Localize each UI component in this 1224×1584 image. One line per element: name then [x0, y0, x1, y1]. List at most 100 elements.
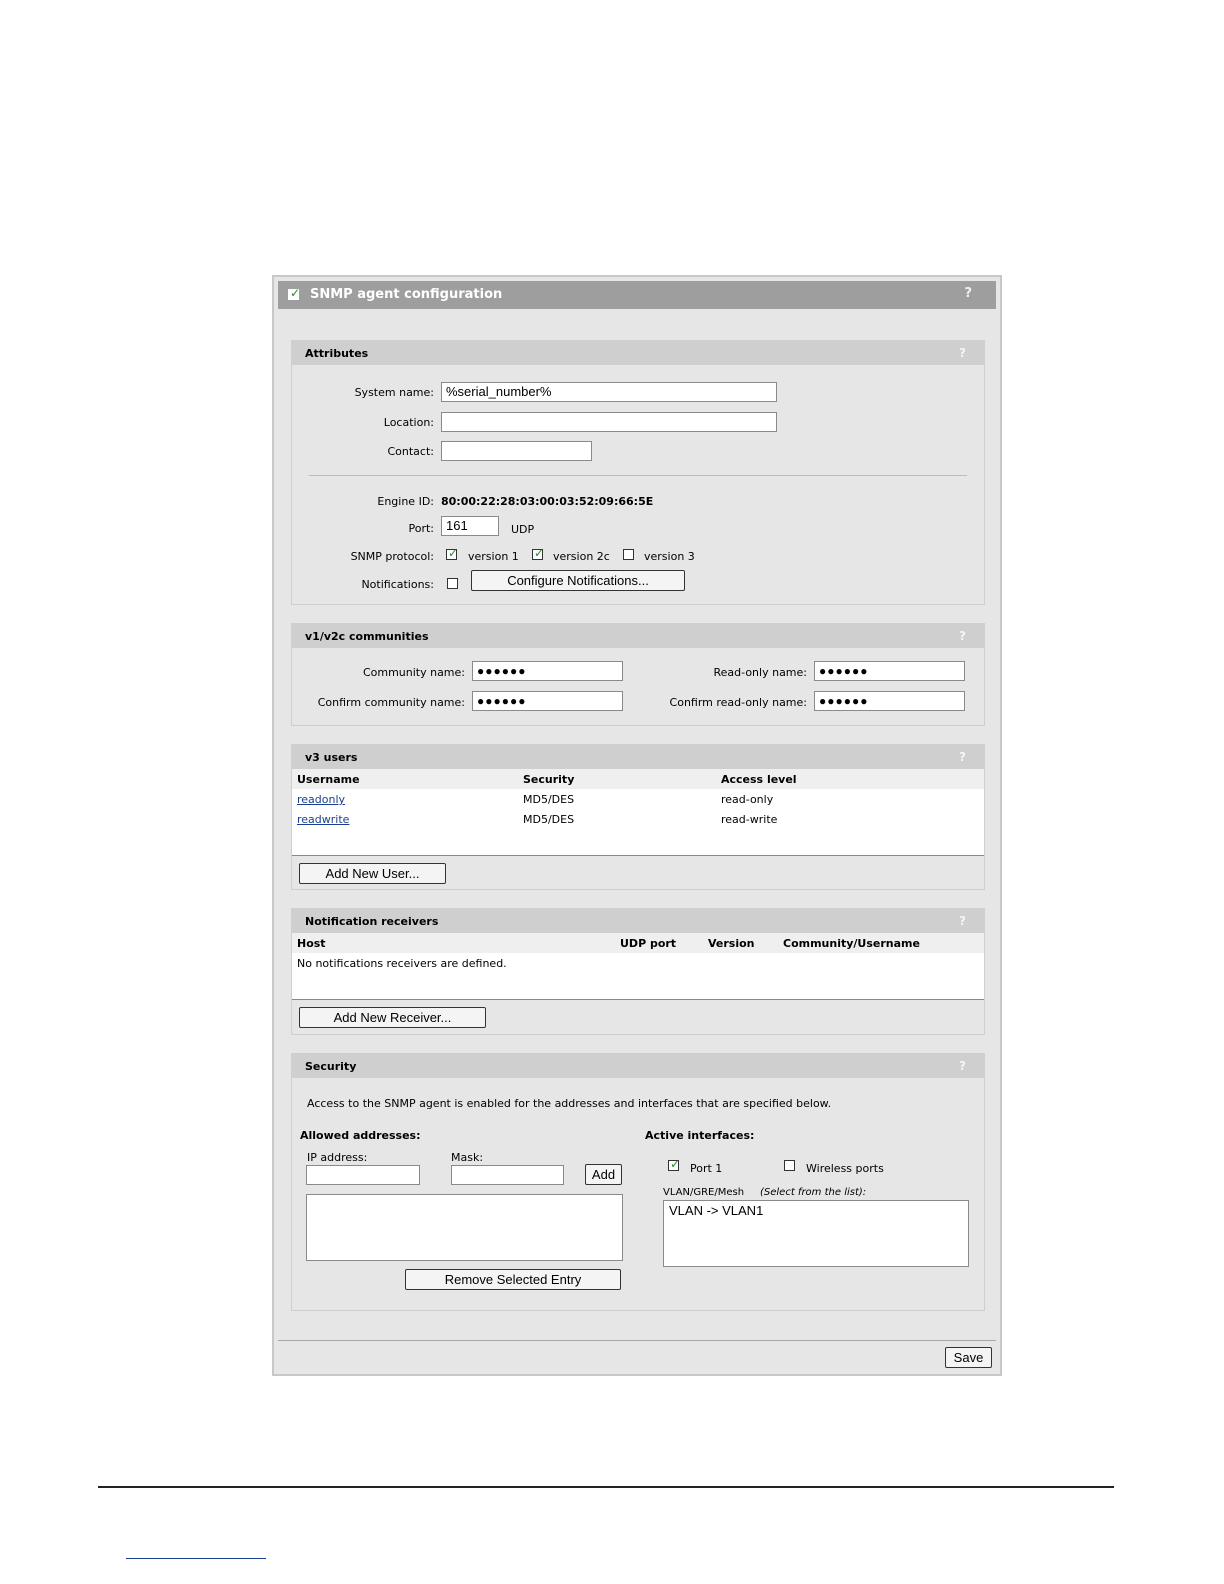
security-title: Security — [305, 1060, 357, 1073]
version3-label: version 3 — [644, 550, 695, 563]
v3-users-table-body: readonly MD5/DES read-only readwrite MD5… — [292, 789, 984, 856]
readonly-name-label: Read-only name: — [713, 666, 807, 679]
checkmark-icon: ✓ — [290, 286, 301, 300]
version2c-checkbox[interactable]: ✓ — [532, 546, 545, 560]
attributes-divider — [309, 475, 967, 476]
snmp-protocol-label: SNMP protocol: — [350, 550, 434, 563]
receivers-title: Notification receivers — [305, 915, 439, 928]
footer-link-underline — [126, 1558, 266, 1559]
user-link-readwrite[interactable]: readwrite — [297, 813, 349, 826]
column-access-level: Access level — [721, 773, 797, 786]
add-new-user-button[interactable]: Add New User... — [299, 863, 446, 884]
checkmark-icon: ✓ — [534, 546, 545, 560]
vlan-label: VLAN/GRE/Mesh — [663, 1187, 745, 1198]
attributes-help-icon[interactable]: ? — [959, 346, 966, 360]
notifications-checkbox[interactable] — [447, 578, 458, 589]
v3-users-table-header: Username Security Access level — [292, 769, 984, 789]
panel-title: SNMP agent configuration — [310, 287, 503, 302]
community-name-label: Community name: — [362, 666, 465, 679]
communities-header: v1/v2c communities ? — [292, 624, 984, 648]
column-host: Host — [297, 937, 326, 950]
panel-header: ✓ SNMP agent configuration ? — [278, 281, 996, 309]
column-udp-port: UDP port — [620, 937, 677, 950]
confirm-readonly-input[interactable]: ●●●●●● — [814, 691, 965, 711]
communities-help-icon[interactable]: ? — [959, 629, 966, 643]
receivers-empty-text: No notifications receivers are defined. — [297, 957, 507, 970]
allowed-addresses-label: Allowed addresses: — [300, 1129, 421, 1142]
list-item[interactable]: VLAN -> VLAN1 — [669, 1203, 763, 1218]
system-name-label: System name: — [354, 386, 434, 399]
column-version: Version — [708, 937, 755, 950]
port-unit: UDP — [511, 523, 535, 536]
panel-help-icon[interactable]: ? — [964, 286, 972, 301]
contact-input[interactable] — [441, 441, 592, 461]
system-name-input[interactable]: %serial_number% — [441, 382, 777, 402]
readonly-name-input[interactable]: ●●●●●● — [814, 661, 965, 681]
location-input[interactable] — [441, 412, 777, 432]
remove-selected-entry-button[interactable]: Remove Selected Entry — [405, 1269, 621, 1290]
communities-title: v1/v2c communities — [305, 630, 429, 643]
port-input[interactable]: 161 — [441, 516, 499, 536]
v3-users-title: v3 users — [305, 751, 358, 764]
attributes-title: Attributes — [305, 347, 369, 360]
contact-label: Contact: — [387, 445, 434, 458]
receivers-section: Notification receivers ? Host UDP port V… — [291, 908, 985, 1035]
allowed-addresses-list[interactable] — [306, 1194, 623, 1261]
location-label: Location: — [383, 416, 434, 429]
checkmark-icon: ✓ — [448, 546, 459, 560]
save-button[interactable]: Save — [945, 1347, 992, 1368]
version3-checkbox[interactable] — [623, 549, 634, 560]
checkmark-icon: ✓ — [670, 1157, 681, 1171]
port1-checkbox[interactable]: ✓ — [668, 1157, 681, 1171]
vlan-hint: (Select from the list): — [760, 1187, 867, 1198]
add-new-receiver-button[interactable]: Add New Receiver... — [299, 1007, 486, 1028]
mask-input[interactable] — [451, 1165, 564, 1185]
version2c-label: version 2c — [553, 550, 610, 563]
user-link-readonly[interactable]: readonly — [297, 793, 345, 806]
footer-divider — [278, 1340, 996, 1341]
user-security: MD5/DES — [523, 793, 575, 806]
security-help-icon[interactable]: ? — [959, 1059, 966, 1073]
notifications-label: Notifications: — [361, 578, 434, 591]
page-rule — [98, 1486, 1114, 1488]
security-intro: Access to the SNMP agent is enabled for … — [307, 1097, 832, 1110]
column-username: Username — [297, 773, 360, 786]
wireless-ports-label: Wireless ports — [806, 1162, 884, 1175]
confirm-readonly-label: Confirm read-only name: — [669, 696, 807, 709]
confirm-community-input[interactable]: ●●●●●● — [472, 691, 623, 711]
user-access: read-write — [721, 813, 778, 826]
v3-users-help-icon[interactable]: ? — [959, 750, 966, 764]
user-access: read-only — [721, 793, 774, 806]
ip-address-label: IP address: — [307, 1151, 368, 1164]
attributes-section: Attributes ? System name: %serial_number… — [291, 340, 985, 605]
receivers-table-body: No notifications receivers are defined. — [292, 953, 984, 1000]
confirm-community-label: Confirm community name: — [317, 696, 465, 709]
version1-label: version 1 — [468, 550, 519, 563]
add-address-button[interactable]: Add — [585, 1164, 622, 1185]
receivers-header: Notification receivers ? — [292, 909, 984, 933]
attributes-header: Attributes ? — [292, 341, 984, 365]
port1-label: Port 1 — [690, 1162, 723, 1175]
receivers-table-header: Host UDP port Version Community/Username — [292, 933, 984, 953]
engine-id-value: 80:00:22:28:03:00:03:52:09:66:5E — [441, 495, 654, 508]
snmp-enable-checkbox[interactable]: ✓ — [288, 286, 301, 300]
wireless-ports-checkbox[interactable] — [784, 1160, 795, 1171]
communities-section: v1/v2c communities ? Community name: ●●●… — [291, 623, 985, 726]
engine-id-label: Engine ID: — [377, 495, 434, 508]
user-security: MD5/DES — [523, 813, 575, 826]
mask-label: Mask: — [451, 1151, 484, 1164]
v3-users-section: v3 users ? Username Security Access leve… — [291, 744, 985, 890]
security-section: Security ? Access to the SNMP agent is e… — [291, 1053, 985, 1311]
active-interfaces-label: Active interfaces: — [645, 1129, 755, 1142]
receivers-help-icon[interactable]: ? — [959, 914, 966, 928]
column-community-username: Community/Username — [783, 937, 920, 950]
snmp-agent-panel: ✓ SNMP agent configuration ? Attributes … — [272, 275, 1002, 1376]
version1-checkbox[interactable]: ✓ — [446, 546, 459, 560]
v3-users-header: v3 users ? — [292, 745, 984, 769]
security-header: Security ? — [292, 1054, 984, 1078]
configure-notifications-button[interactable]: Configure Notifications... — [471, 570, 685, 591]
community-name-input[interactable]: ●●●●●● — [472, 661, 623, 681]
vlan-list[interactable]: VLAN -> VLAN1 — [663, 1200, 969, 1267]
port-label: Port: — [408, 522, 434, 535]
ip-address-input[interactable] — [306, 1165, 420, 1185]
